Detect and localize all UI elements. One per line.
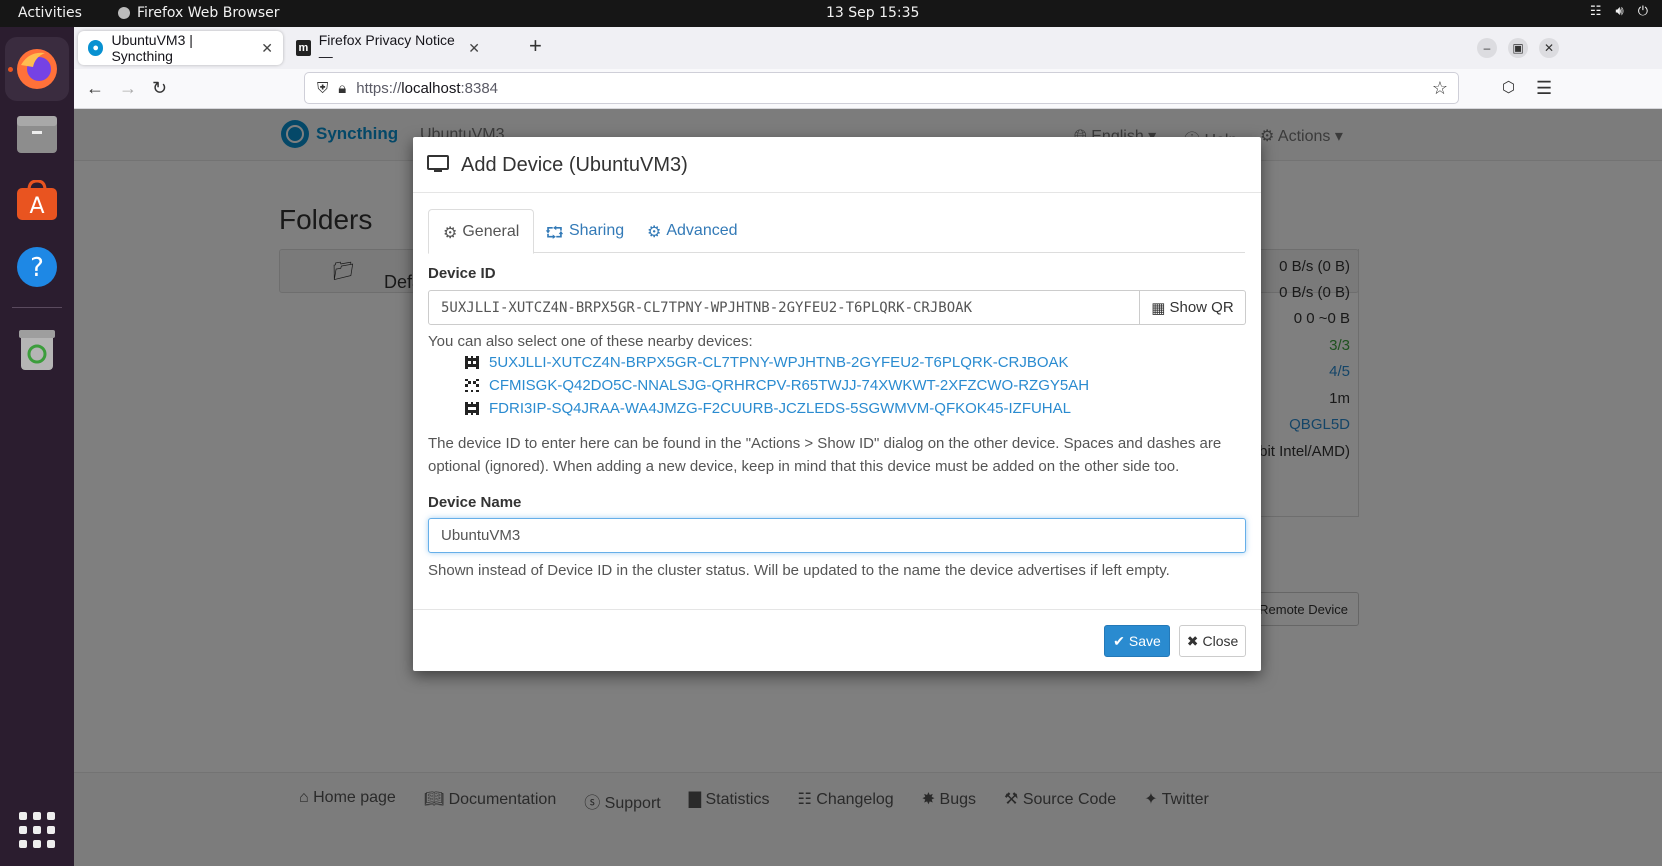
dock-separator xyxy=(12,307,62,308)
dialog-footer: ✔ Save ✖ Close xyxy=(413,609,1261,671)
show-qr-button[interactable]: ▦ Show QR xyxy=(1140,290,1246,325)
add-device-dialog: Add Device (UbuntuVM3) ⚙ General ⮔ Sharing… xyxy=(413,137,1261,671)
tab-label: Advanced xyxy=(666,222,738,239)
dock-help[interactable]: ? xyxy=(5,235,69,299)
qrcode-icon: ▦ xyxy=(1151,299,1166,317)
share-icon: ⮔ xyxy=(545,225,564,242)
device-name-label: Device Name xyxy=(428,494,522,511)
tab-general[interactable]: ⚙ General xyxy=(428,209,535,254)
device-name-help: Shown instead of Device ID in the cluste… xyxy=(428,562,1170,579)
restore-icon[interactable]: ▣ xyxy=(1508,38,1528,58)
tab-title: UbuntuVM3 | Syncthing xyxy=(111,32,193,64)
device-identicon-icon xyxy=(465,378,479,393)
tab-privacy-notice[interactable]: m Firefox Privacy Notice — ✕ xyxy=(286,31,490,65)
device-identicon-icon xyxy=(465,401,479,416)
navigation-toolbar: ← → ↻ ⛨ 🔒︎ https://localhost:8384 ☆ ⬡ ☰ xyxy=(74,69,1662,109)
gear-icon: ⚙ xyxy=(443,225,458,242)
dialog-tabs: ⚙ General ⮔ Sharing ⚙ Advanced xyxy=(428,209,1245,254)
system-top-bar: Activities Firefox Web Browser 13 Sep 15… xyxy=(0,0,1662,27)
device-name-input[interactable] xyxy=(428,518,1246,553)
back-icon[interactable]: ← xyxy=(86,78,104,98)
firefox-window: ● UbuntuVM3 | Syncthing ✕ m Firefox Priv… xyxy=(74,27,1662,866)
nearby-devices-list: 5UXJLLI-XUTCZ4N-BRPX5GR-CL7TPNY-WPJHTNB-… xyxy=(465,351,1089,420)
help-icon: ? xyxy=(17,247,57,287)
tab-label: Sharing xyxy=(568,222,625,239)
close-button[interactable]: ✖ Close xyxy=(1179,625,1246,657)
url-bar[interactable]: ⛨ 🔒︎ https://localhost:8384 ☆ xyxy=(304,72,1459,104)
device-identicon-icon xyxy=(465,355,479,370)
forward-icon[interactable]: → xyxy=(119,78,137,98)
app-menu-icon[interactable]: ☰ xyxy=(1536,78,1552,98)
tab-syncthing[interactable]: ● UbuntuVM3 | Syncthing ✕ xyxy=(78,31,283,65)
show-qr-label: Show QR xyxy=(1169,299,1234,316)
minimize-icon[interactable]: – xyxy=(1477,38,1497,58)
close-label: Close xyxy=(1202,633,1239,649)
dialog-header: Add Device (UbuntuVM3) xyxy=(413,137,1261,193)
system-tray[interactable]: ☷ 🔊︎ ⏻ xyxy=(1590,4,1648,19)
nearby-devices-intro: You can also select one of these nearby … xyxy=(428,333,753,350)
network-icon: ☷ xyxy=(1589,4,1602,19)
cogs-icon: ⚙ xyxy=(647,224,662,241)
reload-icon[interactable]: ↻ xyxy=(152,78,167,98)
tab-strip: ● UbuntuVM3 | Syncthing ✕ m Firefox Priv… xyxy=(74,27,1662,69)
mozilla-favicon-icon: m xyxy=(296,40,311,56)
save-button[interactable]: ✔ Save xyxy=(1104,625,1170,657)
lock-icon[interactable]: 🔒︎ xyxy=(338,80,346,97)
url-text: https://localhost:8384 xyxy=(356,80,498,97)
device-id-input[interactable] xyxy=(428,290,1140,325)
desktop-icon xyxy=(427,155,449,172)
dock-trash[interactable] xyxy=(5,318,69,382)
close-tab-icon[interactable]: ✕ xyxy=(261,40,273,57)
svg-text:A: A xyxy=(29,194,44,219)
pocket-icon[interactable]: ⬡ xyxy=(1502,78,1515,98)
tracking-shield-icon[interactable]: ⛨ xyxy=(317,80,328,97)
files-icon xyxy=(17,116,57,153)
close-window-icon[interactable]: ✕ xyxy=(1539,38,1559,58)
power-icon: ⏻ xyxy=(1637,4,1648,19)
firefox-icon xyxy=(118,7,130,19)
tab-label: General xyxy=(462,223,520,240)
tab-title: Firefox Privacy Notice — xyxy=(318,32,455,64)
nearby-device[interactable]: FDRI3IP-SQ4JRAA-WA4JMZG-F2CUURB-JCZLEDS-… xyxy=(465,397,1089,420)
device-id-help: The device ID to enter here can be found… xyxy=(428,435,1222,475)
clock[interactable]: 13 Sep 15:35 xyxy=(826,5,919,21)
running-indicator xyxy=(8,67,13,72)
url-port: :8384 xyxy=(460,79,499,97)
tab-sharing[interactable]: ⮔ Sharing xyxy=(531,209,638,253)
bookmark-star-icon[interactable]: ☆ xyxy=(1432,78,1448,99)
url-scheme: https:// xyxy=(356,79,402,97)
page-viewport: Syncthing UbuntuVM3 🌐︎ English ▾ ⓘ Help … xyxy=(74,109,1662,866)
nearby-device-id: CFMISGK-Q42DO5C-NNALSJG-QRHRCPV-R65TWJJ-… xyxy=(489,377,1090,394)
device-id-label: Device ID xyxy=(428,265,496,282)
check-icon: ✔ xyxy=(1113,632,1125,649)
show-apps-icon[interactable] xyxy=(19,812,55,848)
dock-files[interactable] xyxy=(5,103,69,167)
save-label: Save xyxy=(1128,633,1161,649)
svg-text:?: ? xyxy=(30,253,44,283)
nearby-device-id: FDRI3IP-SQ4JRAA-WA4JMZG-F2CUURB-JCZLEDS-… xyxy=(489,400,1071,417)
dialog-title: Add Device (UbuntuVM3) xyxy=(461,154,688,176)
close-tab-icon[interactable]: ✕ xyxy=(468,40,480,57)
volume-icon: 🔊︎ xyxy=(1615,4,1624,19)
url-host: localhost xyxy=(401,79,461,97)
app-center-icon: A xyxy=(17,180,57,220)
dock-firefox[interactable] xyxy=(5,37,69,101)
app-menu[interactable]: Firefox Web Browser xyxy=(117,5,280,21)
dock-app-center[interactable]: A xyxy=(5,169,69,233)
syncthing-favicon-icon: ● xyxy=(88,40,104,56)
activities-button[interactable]: Activities xyxy=(18,5,82,21)
app-menu-label: Firefox Web Browser xyxy=(137,5,280,21)
device-id-group: ▦Show QR xyxy=(428,290,1246,325)
nearby-device[interactable]: CFMISGK-Q42DO5C-NNALSJG-QRHRCPV-R65TWJJ-… xyxy=(465,374,1089,397)
trash-icon xyxy=(19,330,55,370)
nearby-device-id: 5UXJLLI-XUTCZ4N-BRPX5GR-CL7TPNY-WPJHTNB-… xyxy=(489,354,1069,371)
tab-advanced[interactable]: ⚙ Advanced xyxy=(633,209,752,253)
dock: A ? xyxy=(0,27,74,866)
new-tab-button[interactable]: + xyxy=(529,35,542,57)
firefox-icon xyxy=(17,49,57,89)
close-icon: ✖ xyxy=(1186,632,1199,649)
nearby-device[interactable]: 5UXJLLI-XUTCZ4N-BRPX5GR-CL7TPNY-WPJHTNB-… xyxy=(465,351,1089,374)
